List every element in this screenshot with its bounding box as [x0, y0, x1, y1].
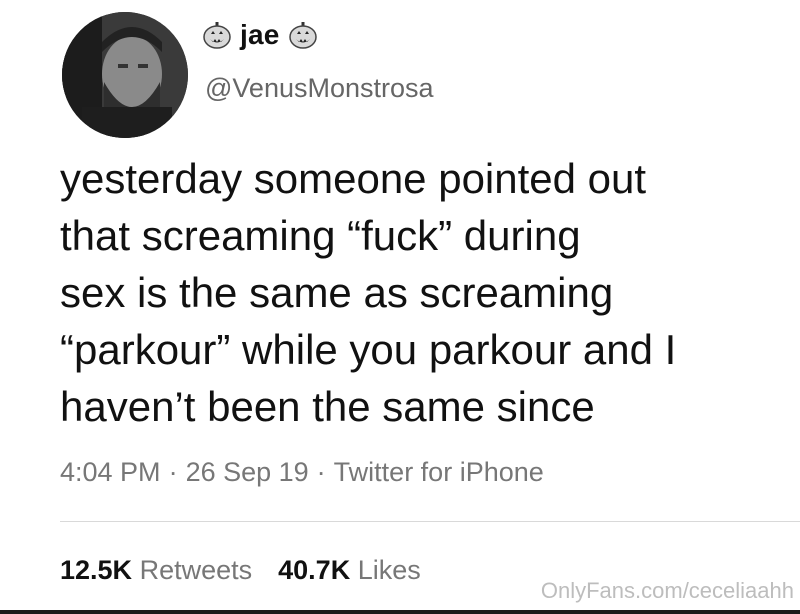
likes-stat[interactable]: 40.7K Likes	[278, 555, 421, 585]
tweet-card: jae @VenusMonstrosa yesterday someone po…	[0, 0, 800, 614]
jack-o-lantern-icon	[288, 20, 318, 50]
likes-label: Likes	[357, 555, 421, 585]
avatar-photo	[62, 12, 188, 138]
tweet-text-line: yesterday someone pointed out	[60, 155, 647, 202]
display-name[interactable]: jae	[240, 19, 280, 51]
watermark: OnlyFans.com/ceceliaahh	[540, 578, 794, 603]
tweet-stats: 12.5K Retweets 40.7K Likes	[60, 555, 421, 586]
divider	[60, 521, 800, 522]
avatar[interactable]	[62, 12, 188, 138]
tweet-text-line: “parkour” while you parkour and I	[60, 326, 677, 373]
meta-separator: ·	[316, 457, 326, 487]
name-row: jae	[202, 18, 318, 52]
jack-o-lantern-icon	[202, 20, 232, 50]
tweet-meta: 4:04 PM · 26 Sep 19 · Twitter for iPhone	[60, 457, 544, 488]
meta-separator: ·	[168, 457, 178, 487]
tweet-date[interactable]: 26 Sep 19	[186, 457, 309, 487]
tweet-text: yesterday someone pointed out that screa…	[60, 150, 780, 435]
retweets-stat[interactable]: 12.5K Retweets	[60, 555, 252, 585]
tweet-text-line: that screaming “fuck” during	[60, 212, 581, 259]
likes-count: 40.7K	[278, 555, 351, 585]
tweet-text-line: sex is the same as screaming	[60, 269, 614, 316]
retweets-label: Retweets	[139, 555, 253, 585]
tweet-text-line: haven’t been the same since	[60, 383, 595, 430]
tweet-time[interactable]: 4:04 PM	[60, 457, 161, 487]
bottom-edge	[0, 610, 800, 614]
user-handle[interactable]: @VenusMonstrosa	[205, 73, 434, 104]
tweet-source[interactable]: Twitter for iPhone	[334, 457, 544, 487]
retweets-count: 12.5K	[60, 555, 133, 585]
